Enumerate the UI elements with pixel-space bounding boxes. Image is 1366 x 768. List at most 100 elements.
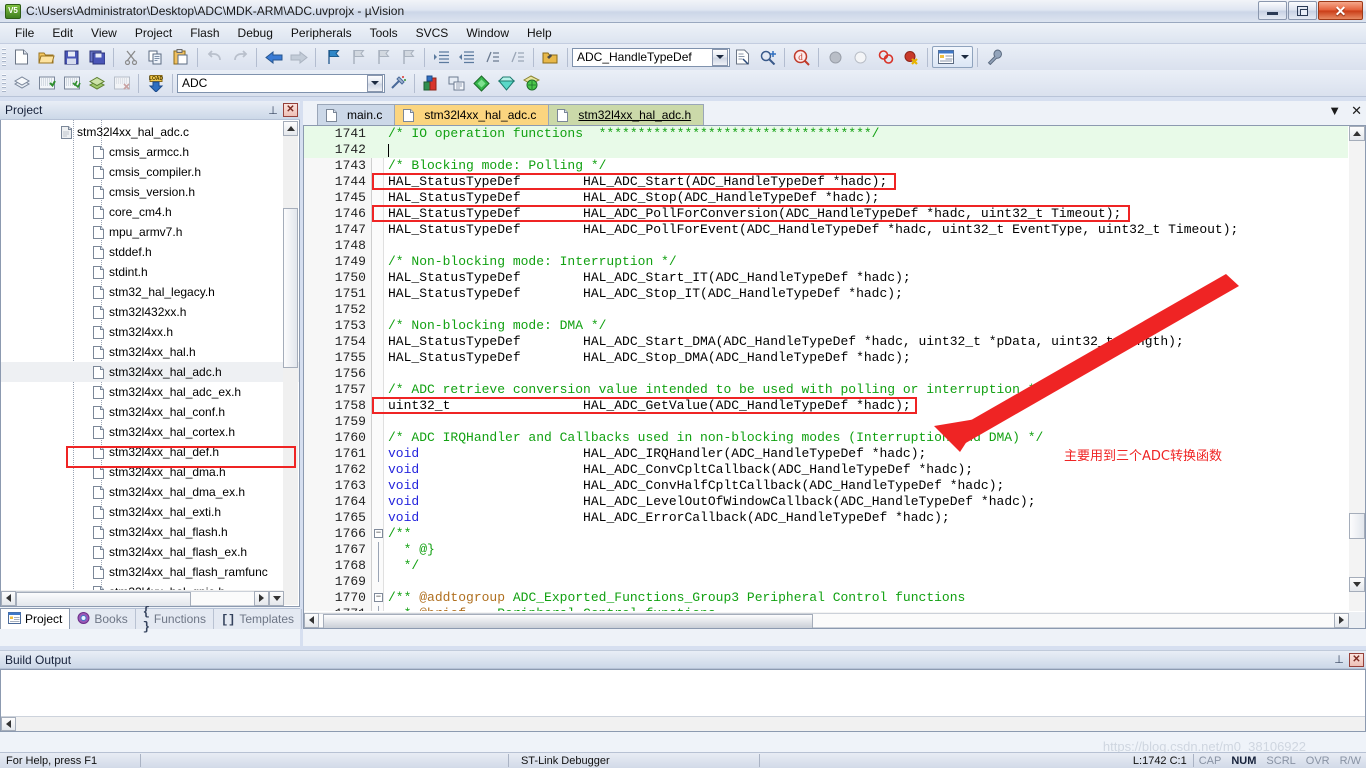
chevron-down-icon[interactable] [367, 74, 383, 92]
menu-edit[interactable]: Edit [43, 24, 82, 42]
tree-item-stm32l4xx-hal-def-h[interactable]: stm32l4xx_hal_def.h [1, 442, 299, 462]
code-line-1743[interactable]: 1743 /* Blocking mode: Polling */ [304, 158, 1348, 174]
scroll-thumb[interactable] [16, 591, 191, 606]
pin-icon[interactable]: ⊥ [1332, 652, 1346, 667]
menu-file[interactable]: File [6, 24, 43, 42]
chevron-down-icon[interactable] [712, 48, 728, 66]
scroll-down-button[interactable] [1349, 577, 1365, 592]
target-options-button[interactable] [386, 72, 409, 94]
configure-button[interactable] [983, 46, 1006, 68]
rebuild-button[interactable] [60, 72, 83, 94]
code-line-1744[interactable]: 1744 HAL_StatusTypeDef HAL_ADC_Start(ADC_… [304, 174, 1348, 190]
close-icon[interactable]: ✕ [1351, 104, 1362, 117]
copy-button[interactable] [144, 46, 167, 68]
redo-button[interactable] [228, 46, 251, 68]
multi-project-button[interactable] [470, 72, 493, 94]
code-line-1759[interactable]: 1759 [304, 414, 1348, 430]
panel-tab-functions[interactable]: { } Functions [136, 605, 214, 634]
panel-tab-project[interactable]: Project [0, 608, 71, 629]
menu-view[interactable]: View [82, 24, 126, 42]
code-line-1766[interactable]: 1766−/** [304, 526, 1348, 542]
editor-tab-stm32l4xx-hal-adc-c[interactable]: stm32l4xx_hal_adc.c [394, 104, 550, 125]
tree-item-stm32l432xx-h[interactable]: stm32l432xx.h [1, 302, 299, 322]
target-select-combo[interactable]: ADC [177, 73, 385, 93]
insert-breakpoint-button[interactable] [874, 46, 897, 68]
build-button[interactable] [35, 72, 58, 94]
scroll-dropdown-button[interactable] [269, 590, 284, 606]
tree-item-mpu-armv7-h[interactable]: mpu_armv7.h [1, 222, 299, 242]
find-button[interactable]: d [790, 46, 813, 68]
tree-item-stm32l4xx-hal-dma-h[interactable]: stm32l4xx_hal_dma.h [1, 462, 299, 482]
menu-peripherals[interactable]: Peripherals [282, 24, 361, 42]
close-icon[interactable]: ✕ [1349, 652, 1364, 667]
code-line-1762[interactable]: 1762 void HAL_ADC_ConvCpltCallback(ADC_Ha… [304, 462, 1348, 478]
scroll-left-button[interactable] [1, 590, 16, 606]
toolbar-grip[interactable] [2, 47, 6, 67]
code-line-1741[interactable]: 1741 /* IO operation functions **********… [304, 126, 1348, 142]
tree-item-stm32l4xx-hal-adc-ex-h[interactable]: stm32l4xx_hal_adc_ex.h [1, 382, 299, 402]
tree-item-stdint-h[interactable]: stdint.h [1, 262, 299, 282]
project-tree[interactable]: −stm32l4xx_hal_adc.c cmsis_armcc.h cmsis_c… [0, 120, 300, 607]
code-line-1765[interactable]: 1765 void HAL_ADC_ErrorCallback(ADC_Handl… [304, 510, 1348, 526]
scroll-up-button[interactable] [283, 121, 298, 136]
code-line-1747[interactable]: 1747 HAL_StatusTypeDef HAL_ADC_PollForEve… [304, 222, 1348, 238]
minimize-button[interactable] [1258, 1, 1287, 20]
pack-manager-button[interactable] [520, 72, 543, 94]
tree-item-stm32-hal-legacy-h[interactable]: stm32_hal_legacy.h [1, 282, 299, 302]
panel-tab-templates[interactable]: [] Templates [214, 609, 303, 629]
bookmark-toggle-button[interactable] [321, 46, 344, 68]
pack-installer-button[interactable] [495, 72, 518, 94]
code-vscrollbar[interactable] [1349, 126, 1365, 611]
code-line-1763[interactable]: 1763 void HAL_ADC_ConvHalfCpltCallback(AD… [304, 478, 1348, 494]
undo-button[interactable] [203, 46, 226, 68]
tree-item-stm32l4xx-hal-exti-h[interactable]: stm32l4xx_hal_exti.h [1, 502, 299, 522]
menu-window[interactable]: Window [457, 24, 518, 42]
find-in-files-button[interactable] [731, 46, 754, 68]
close-button[interactable]: ✕ [1318, 1, 1363, 20]
editor-tab-main-c[interactable]: main.c [317, 104, 396, 125]
tree-item-stm32l4xx-hal-flash-ramfunc[interactable]: stm32l4xx_hal_flash_ramfunc [1, 562, 299, 582]
new-file-button[interactable] [10, 46, 33, 68]
code-line-1771[interactable]: 1771 * @brief Peripheral Control functio… [304, 606, 1348, 611]
code-line-1755[interactable]: 1755 HAL_StatusTypeDef HAL_ADC_Stop_DMA(A… [304, 350, 1348, 366]
fold-toggle-icon[interactable]: − [374, 529, 383, 538]
hscroll-track[interactable] [319, 612, 1334, 628]
scroll-thumb[interactable] [1349, 513, 1365, 539]
scroll-thumb[interactable] [283, 208, 298, 368]
tree-item-stm32l4xx-hal-adc-h[interactable]: stm32l4xx_hal_adc.h [1, 362, 299, 382]
code-hscrollbar[interactable] [304, 612, 1349, 628]
hscroll-track[interactable] [16, 590, 254, 606]
download-button[interactable]: LOAD [144, 72, 167, 94]
tree-item-stm32l4xx-hal-h[interactable]: stm32l4xx_hal.h [1, 342, 299, 362]
toolbar-grip[interactable] [2, 73, 6, 93]
scroll-thumb[interactable] [323, 613, 813, 628]
code-line-1751[interactable]: 1751 HAL_StatusTypeDef HAL_ADC_Stop_IT(AD… [304, 286, 1348, 302]
project-window-button[interactable] [934, 46, 957, 68]
tree-item-stm32l4xx-hal-dma-ex-h[interactable]: stm32l4xx_hal_dma_ex.h [1, 482, 299, 502]
navigate-back-button[interactable] [262, 46, 285, 68]
tree-item-core-cm4-h[interactable]: core_cm4.h [1, 202, 299, 222]
scroll-up-button[interactable] [1349, 126, 1365, 141]
code-line-1768[interactable]: 1768 */ [304, 558, 1348, 574]
tree-item-stm32l4xx-hal-conf-h[interactable]: stm32l4xx_hal_conf.h [1, 402, 299, 422]
debug-stop-button[interactable] [849, 46, 872, 68]
code-line-1754[interactable]: 1754 HAL_StatusTypeDef HAL_ADC_Start_DMA(… [304, 334, 1348, 350]
batch-build-button[interactable] [85, 72, 108, 94]
code-line-1757[interactable]: 1757 /* ADC retrieve conversion value int… [304, 382, 1348, 398]
code-line-1753[interactable]: 1753 /* Non-blocking mode: DMA */ [304, 318, 1348, 334]
tree-item-cmsis-version-h[interactable]: cmsis_version.h [1, 182, 299, 202]
menu-flash[interactable]: Flash [181, 24, 228, 42]
code-editor[interactable]: 1741 /* IO operation functions **********… [303, 125, 1366, 629]
debug-start-button[interactable] [824, 46, 847, 68]
tree-item-root[interactable]: −stm32l4xx_hal_adc.c [1, 122, 299, 142]
open-file-button[interactable] [35, 46, 58, 68]
code-line-1745[interactable]: 1745 HAL_StatusTypeDef HAL_ADC_Stop(ADC_H… [304, 190, 1348, 206]
code-line-1749[interactable]: 1749 /* Non-blocking mode: Interruption *… [304, 254, 1348, 270]
comment-button[interactable] [480, 46, 503, 68]
menu-project[interactable]: Project [126, 24, 181, 42]
tree-item-stm32l4xx-hal-flash-h[interactable]: stm32l4xx_hal_flash.h [1, 522, 299, 542]
project-items-button[interactable] [445, 72, 468, 94]
project-window-dropdown[interactable] [958, 47, 972, 67]
tree-item-stm32l4xx-hal-cortex-h[interactable]: stm32l4xx_hal_cortex.h [1, 422, 299, 442]
fold-toggle-icon[interactable]: − [374, 593, 383, 602]
